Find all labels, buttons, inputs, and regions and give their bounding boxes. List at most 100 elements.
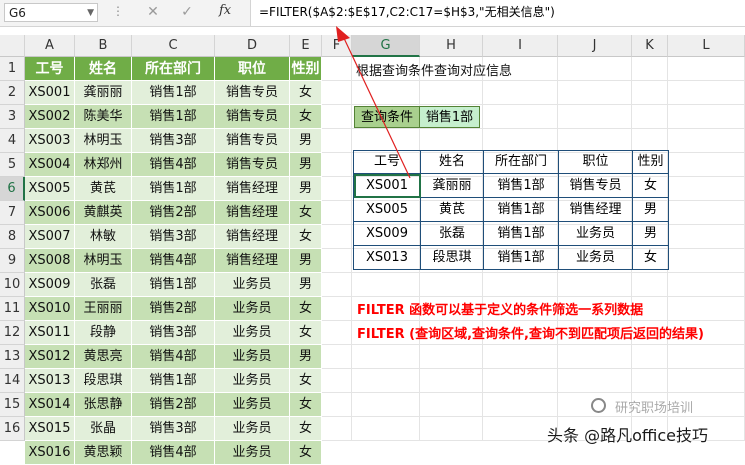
row-header-4[interactable]: 4 — [0, 129, 25, 153]
column-header-k[interactable]: K — [632, 35, 668, 57]
source-data-cell[interactable]: 女 — [290, 417, 322, 441]
source-data-cell[interactable]: 业务员 — [215, 321, 290, 345]
source-data-cell[interactable]: XS006 — [25, 201, 75, 225]
grid-cell[interactable] — [483, 393, 558, 417]
source-data-cell[interactable]: 销售2部 — [132, 393, 215, 417]
source-data-cell[interactable]: 销售经理 — [215, 225, 290, 249]
source-data-cell[interactable]: 女 — [290, 225, 322, 249]
row-header-15[interactable]: 15 — [0, 393, 25, 417]
column-header-j[interactable]: J — [558, 35, 632, 57]
source-data-cell[interactable]: 销售1部 — [132, 369, 215, 393]
source-data-cell[interactable]: 张晶 — [75, 417, 132, 441]
source-data-cell[interactable]: 销售4部 — [132, 153, 215, 177]
row-header-7[interactable]: 7 — [0, 201, 25, 225]
grid-cell[interactable] — [483, 369, 558, 393]
grid-cell[interactable] — [420, 417, 483, 441]
column-header-a[interactable]: A — [25, 35, 75, 57]
source-data-cell[interactable]: 龚丽丽 — [75, 81, 132, 105]
source-data-cell[interactable]: XS010 — [25, 297, 75, 321]
result-data-cell[interactable]: 男 — [633, 222, 669, 246]
grid-cell[interactable] — [352, 417, 420, 441]
grid-cell[interactable] — [322, 225, 352, 249]
grid-cell[interactable] — [668, 297, 745, 321]
source-data-cell[interactable]: 销售3部 — [132, 321, 215, 345]
source-data-cell[interactable]: XS015 — [25, 417, 75, 441]
source-data-cell[interactable]: 销售1部 — [132, 177, 215, 201]
column-header-b[interactable]: B — [75, 35, 132, 57]
result-data-cell[interactable]: 业务员 — [559, 246, 633, 270]
source-data-cell[interactable]: 业务员 — [215, 393, 290, 417]
source-data-cell[interactable]: XS008 — [25, 249, 75, 273]
grid-cell[interactable] — [420, 273, 483, 297]
source-data-cell[interactable]: 男 — [290, 153, 322, 177]
source-data-cell[interactable]: 销售专员 — [215, 129, 290, 153]
source-data-cell[interactable]: XS007 — [25, 225, 75, 249]
result-data-cell[interactable]: XS013 — [354, 246, 421, 270]
result-data-cell[interactable]: 销售1部 — [484, 246, 559, 270]
result-header-cell[interactable]: 姓名 — [421, 150, 484, 174]
source-data-cell[interactable]: 女 — [290, 105, 322, 129]
source-data-cell[interactable]: 男 — [290, 177, 322, 201]
row-header-12[interactable]: 12 — [0, 321, 25, 345]
source-data-cell[interactable]: 黄思颖 — [75, 441, 132, 465]
grid-cell[interactable] — [632, 273, 668, 297]
source-data-cell[interactable]: 林敏 — [75, 225, 132, 249]
source-data-cell[interactable]: XS016 — [25, 441, 75, 465]
source-data-cell[interactable]: 销售专员 — [215, 105, 290, 129]
source-data-cell[interactable]: 男 — [290, 273, 322, 297]
source-data-cell[interactable]: 销售4部 — [132, 249, 215, 273]
grid-cell[interactable] — [668, 249, 745, 273]
grid-cell[interactable] — [483, 105, 558, 129]
source-data-cell[interactable]: 销售经理 — [215, 249, 290, 273]
grid-cell[interactable] — [668, 81, 745, 105]
result-data-cell[interactable]: 女 — [633, 174, 669, 198]
source-data-cell[interactable]: 黄思亮 — [75, 345, 132, 369]
source-header-cell[interactable]: 姓名 — [75, 57, 132, 81]
source-data-cell[interactable]: 男 — [290, 249, 322, 273]
grid-cell[interactable] — [352, 273, 420, 297]
grid-cell[interactable] — [483, 273, 558, 297]
source-data-cell[interactable]: 销售4部 — [132, 345, 215, 369]
grid-cell[interactable] — [668, 57, 745, 81]
column-header-i[interactable]: I — [483, 35, 558, 57]
grid-cell[interactable] — [668, 369, 745, 393]
source-data-cell[interactable]: 黄麒英 — [75, 201, 132, 225]
grid-cell[interactable] — [322, 321, 352, 345]
row-header-16[interactable]: 16 — [0, 417, 25, 441]
grid-cell[interactable] — [668, 225, 745, 249]
chevron-down-icon[interactable]: ▼ — [87, 4, 94, 23]
column-header-e[interactable]: E — [290, 35, 322, 57]
grid-cell[interactable] — [420, 393, 483, 417]
grid-cell[interactable] — [668, 105, 745, 129]
source-data-cell[interactable]: XS003 — [25, 129, 75, 153]
source-data-cell[interactable]: 销售专员 — [215, 153, 290, 177]
source-data-cell[interactable]: 销售2部 — [132, 201, 215, 225]
grid-cell[interactable] — [632, 345, 668, 369]
source-header-cell[interactable]: 性别 — [290, 57, 322, 81]
source-data-cell[interactable]: 销售1部 — [132, 273, 215, 297]
source-data-cell[interactable]: 林明玉 — [75, 249, 132, 273]
row-header-3[interactable]: 3 — [0, 105, 25, 129]
grid-cell[interactable] — [668, 177, 745, 201]
source-data-cell[interactable]: 销售3部 — [132, 417, 215, 441]
grid-cell[interactable] — [668, 201, 745, 225]
result-data-cell[interactable]: XS005 — [354, 198, 421, 222]
grid-cell[interactable] — [558, 105, 632, 129]
grid-cell[interactable] — [322, 393, 352, 417]
source-data-cell[interactable]: XS013 — [25, 369, 75, 393]
source-data-cell[interactable]: XS012 — [25, 345, 75, 369]
grid-cell[interactable] — [632, 81, 668, 105]
grid-cell[interactable] — [322, 273, 352, 297]
row-header-1[interactable]: 1 — [0, 57, 25, 81]
source-header-cell[interactable]: 所在部门 — [132, 57, 215, 81]
grid-cell[interactable] — [668, 345, 745, 369]
result-data-cell[interactable]: XS009 — [354, 222, 421, 246]
grid-cell[interactable] — [420, 345, 483, 369]
source-header-cell[interactable]: 职位 — [215, 57, 290, 81]
grid-cell[interactable] — [322, 417, 352, 441]
more-options-icon[interactable]: ⋮ — [112, 4, 124, 18]
source-data-cell[interactable]: 黄芪 — [75, 177, 132, 201]
grid-cell[interactable] — [322, 369, 352, 393]
source-data-cell[interactable]: 销售专员 — [215, 81, 290, 105]
grid-cell[interactable] — [352, 369, 420, 393]
